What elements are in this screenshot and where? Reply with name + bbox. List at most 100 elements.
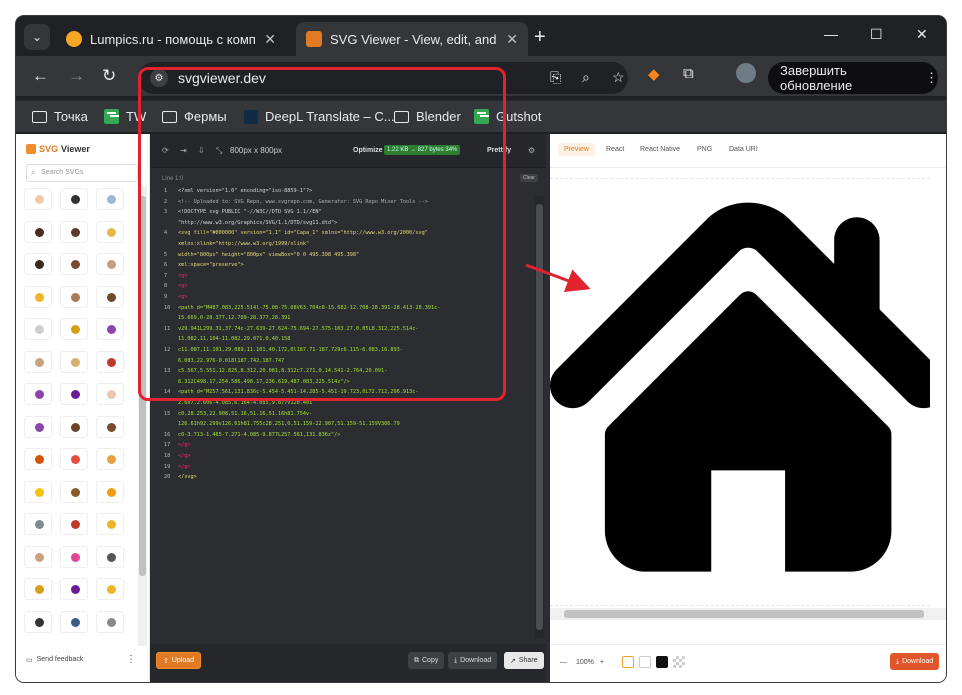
icon-thumbnail[interactable] [24, 415, 52, 438]
editor-scrollbar[interactable] [535, 196, 544, 638]
copy-button[interactable]: ⧉ Copy [408, 652, 445, 669]
extensions-puzzle-icon[interactable]: ⧉ [683, 65, 694, 82]
green-sheet-icon [104, 109, 119, 124]
sidebar-more-icon[interactable]: ⋮ [126, 654, 136, 665]
icon-thumbnail[interactable] [60, 350, 88, 373]
icon-thumbnail[interactable] [60, 578, 88, 600]
minimize-button[interactable]: — [824, 26, 838, 42]
emoji-icon [35, 617, 44, 627]
tab-title: Lumpics.ru - помощь с компь [90, 31, 257, 47]
clear-button[interactable]: Clear [520, 174, 538, 182]
icon-thumbnail[interactable] [60, 220, 88, 243]
icon-thumbnail[interactable] [24, 513, 52, 535]
icon-thumbnail[interactable] [96, 448, 124, 470]
icon-thumbnail[interactable] [60, 253, 88, 275]
close-tab-icon[interactable]: ✕ [264, 31, 276, 48]
icon-thumbnail[interactable] [96, 253, 124, 275]
icon-thumbnail[interactable] [24, 448, 52, 470]
icon-thumbnail[interactable] [96, 610, 124, 633]
download-preview-button[interactable]: ⤓ Download [890, 653, 940, 670]
icon-thumbnail[interactable] [96, 285, 124, 308]
reload-icon[interactable]: ↻ [102, 66, 116, 86]
icon-thumbnail[interactable] [60, 448, 88, 470]
icon-thumbnail[interactable] [24, 545, 52, 568]
icon-thumbnail[interactable] [24, 253, 52, 275]
icon-thumbnail[interactable] [96, 480, 124, 503]
icon-thumbnail[interactable] [96, 578, 124, 600]
tab-png[interactable]: PNG [697, 146, 712, 153]
metamask-extension-icon[interactable]: ◆ [648, 65, 660, 83]
icon-thumbnail[interactable] [24, 610, 52, 633]
share-icon: ↗ [510, 657, 516, 665]
bg-white-swatch[interactable] [622, 656, 634, 668]
close-tab-icon[interactable]: ✕ [506, 31, 518, 48]
icon-thumbnail[interactable] [24, 285, 52, 308]
close-window-button[interactable]: ✕ [916, 26, 928, 43]
download-icon: ⤓ [896, 657, 900, 665]
tab-lumpics[interactable]: Lumpics.ru - помощь с компь ✕ [56, 22, 286, 56]
bg-dark-swatch[interactable] [656, 656, 668, 668]
update-button[interactable]: Завершить обновление ⋮ [768, 62, 938, 94]
icon-thumbnail[interactable] [96, 383, 124, 405]
code-line: c0,28.253,22.908,51.16,51.16,51.16h81.75… [178, 410, 313, 417]
scrollbar-thumb[interactable] [564, 610, 924, 618]
back-arrow-icon[interactable]: ← [32, 66, 49, 86]
zoom-in-button[interactable]: + [600, 659, 604, 666]
icon-thumbnail[interactable] [96, 220, 124, 243]
icon-thumbnail[interactable] [60, 415, 88, 438]
forward-arrow-icon[interactable]: → [68, 66, 85, 86]
bg-transparent-swatch[interactable] [673, 656, 685, 668]
send-feedback-link[interactable]: ▭ Send feedback [26, 656, 83, 664]
icon-thumbnail[interactable] [96, 188, 124, 210]
search-input[interactable]: ⌕ Search SVGs [26, 164, 138, 182]
emoji-icon [107, 292, 116, 302]
icon-thumbnail[interactable] [24, 480, 52, 503]
icon-thumbnail[interactable] [24, 318, 52, 340]
translate-icon[interactable]: ⎘ [550, 69, 561, 86]
icon-thumbnail[interactable] [60, 513, 88, 535]
icon-thumbnail[interactable] [96, 545, 124, 568]
icon-thumbnail[interactable] [24, 188, 52, 210]
bookmark-star-icon[interactable]: ☆ [612, 69, 625, 86]
emoji-icon [35, 552, 44, 562]
tab-data-uri[interactable]: Data URI [729, 146, 758, 153]
icon-thumbnail[interactable] [96, 350, 124, 373]
tab-react[interactable]: React [606, 146, 624, 153]
icon-thumbnail[interactable] [60, 480, 88, 503]
more-menu-icon[interactable]: ⋮ [925, 70, 938, 86]
settings-gear-icon[interactable]: ⚙ [528, 146, 535, 155]
svgviewer-logo[interactable]: SVG Viewer [26, 144, 90, 154]
emoji-icon [35, 422, 44, 432]
icon-thumbnail[interactable] [60, 285, 88, 308]
icon-thumbnail[interactable] [24, 350, 52, 373]
zoom-out-button[interactable]: — [560, 659, 567, 666]
icon-thumbnail[interactable] [24, 220, 52, 243]
tab-search-button[interactable]: ⌄ [24, 24, 50, 50]
icon-thumbnail[interactable] [96, 318, 124, 340]
svgviewer-favicon-icon [306, 31, 322, 47]
icon-thumbnail[interactable] [60, 383, 88, 405]
icon-thumbnail[interactable] [60, 545, 88, 568]
zoom-icon[interactable]: ⌕ [582, 69, 590, 86]
bookmark-tochka[interactable]: Точка [32, 109, 88, 124]
icon-thumbnail[interactable] [24, 383, 52, 405]
scrollbar-thumb[interactable] [536, 204, 543, 630]
icon-thumbnail[interactable] [60, 188, 88, 210]
bg-light-swatch[interactable] [639, 656, 651, 668]
icon-thumbnail[interactable] [96, 415, 124, 438]
tab-svgviewer[interactable]: SVG Viewer - View, edit, and op ✕ [296, 22, 528, 56]
upload-button[interactable]: ⇪ Upload [156, 652, 202, 669]
icon-thumbnail[interactable] [96, 513, 124, 535]
icon-thumbnail[interactable] [60, 318, 88, 340]
emoji-icon [35, 292, 44, 302]
share-button[interactable]: ↗ Share [504, 652, 544, 669]
tab-react-native[interactable]: React Native [640, 146, 680, 153]
maximize-button[interactable]: ☐ [870, 26, 883, 43]
tab-preview[interactable]: Preview [558, 143, 595, 156]
icon-thumbnail[interactable] [60, 610, 88, 633]
download-svg-button[interactable]: ⤓ Download [448, 652, 498, 669]
preview-scrollbar[interactable] [550, 608, 946, 620]
icon-thumbnail[interactable] [24, 578, 52, 600]
new-tab-button[interactable]: + [534, 26, 546, 49]
profile-avatar[interactable] [736, 63, 756, 83]
